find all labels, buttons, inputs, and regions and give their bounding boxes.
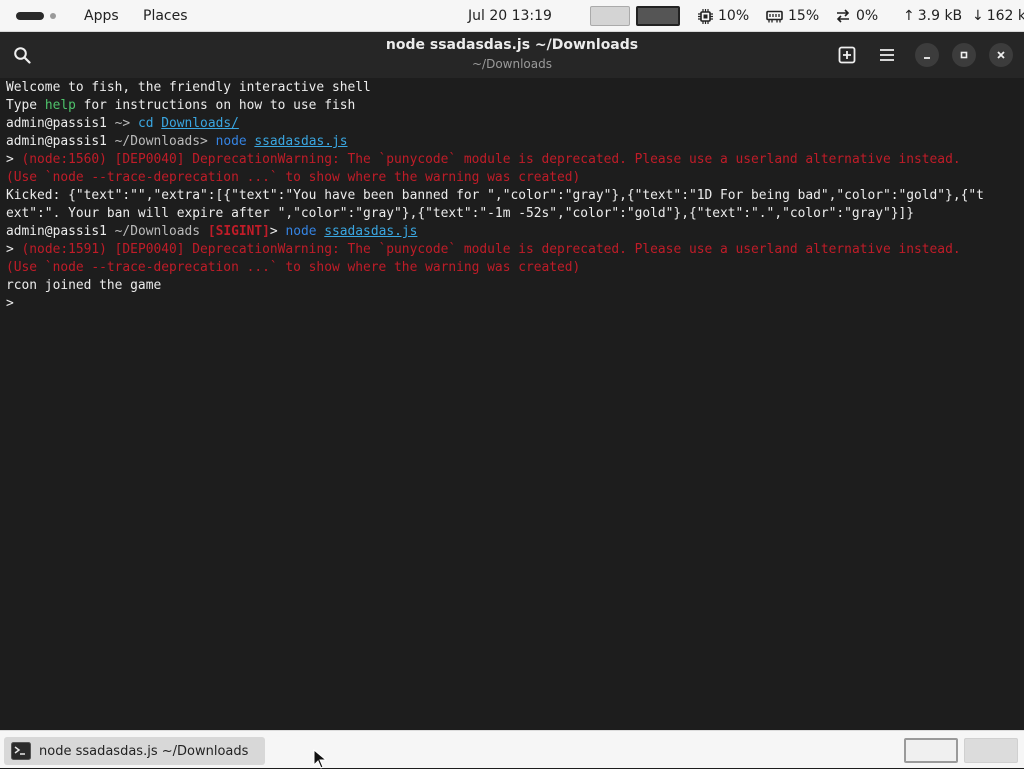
text: Type <box>6 98 45 113</box>
arrow-down-icon: ↓ <box>972 8 984 24</box>
search-icon <box>14 47 31 64</box>
terminal-output[interactable]: Welcome to fish, the friendly interactiv… <box>0 78 1024 730</box>
top-panel: Apps Places Jul 20 13:19 10% 15% 0% ↑ 3.… <box>0 0 1024 32</box>
text: for instructions on how to use fish <box>75 98 356 113</box>
minimize-icon <box>924 57 930 59</box>
memory-value: 15% <box>788 8 820 24</box>
new-tab-icon <box>838 46 856 64</box>
swap-indicator[interactable]: 0% <box>835 0 878 32</box>
close-button[interactable] <box>989 43 1013 67</box>
terminal-line: ext":". Your ban will expire after ","co… <box>6 206 915 221</box>
active-workspace-indicator[interactable] <box>16 12 44 20</box>
maximize-button[interactable] <box>952 43 976 67</box>
prompt-user: admin@passis1 <box>6 224 107 239</box>
prompt-path: ~/Downloads <box>106 224 208 239</box>
command-argument[interactable]: ssadasdas.js <box>324 224 417 239</box>
taskbar-window-button[interactable]: node ssadasdas.js ~/Downloads <box>4 737 265 765</box>
prompt-marker: > <box>6 152 22 167</box>
hamburger-menu-icon <box>880 49 894 61</box>
command: node <box>215 134 255 149</box>
cpu-chip-icon <box>698 8 713 24</box>
close-icon <box>997 51 1005 59</box>
mouse-pointer-icon <box>313 749 327 769</box>
terminal-line: Type help for instructions on how to use… <box>6 97 355 115</box>
sigint-status: [SIGINT] <box>207 224 270 239</box>
prompt-marker: > <box>269 224 286 239</box>
input-prompt[interactable]: > <box>6 295 14 313</box>
warning-hint-line: (Use `node --trace-deprecation ...` to s… <box>6 170 581 185</box>
arrow-up-icon: ↑ <box>903 8 915 24</box>
minimize-button[interactable] <box>915 43 939 67</box>
command-argument[interactable]: ssadasdas.js <box>254 134 347 149</box>
cpu-value: 10% <box>718 8 750 24</box>
new-tab-button[interactable] <box>836 44 858 66</box>
prompt-user: admin@passis1 <box>6 116 107 131</box>
main-menu-button[interactable] <box>876 44 898 66</box>
warning-hint-line: (Use `node --trace-deprecation ...` to s… <box>6 260 581 275</box>
memory-indicator[interactable]: 15% <box>766 0 819 32</box>
warning-text: (node:1560) [DEP0040] DeprecationWarning… <box>21 152 961 167</box>
terminal-icon <box>11 742 31 760</box>
net-download-value: 162 k <box>986 8 1024 24</box>
net-download-indicator[interactable]: ↓ 162 k <box>972 0 1024 32</box>
prompt-path: ~> <box>106 116 138 131</box>
workspace-thumbnail-2[interactable] <box>636 6 680 26</box>
window-subtitle: ~/Downloads <box>472 57 552 71</box>
prompt-marker: > <box>6 242 22 257</box>
cpu-indicator[interactable]: 10% <box>698 0 749 32</box>
prompt-line: admin@passis1 ~/Downloads [SIGINT]> node… <box>6 223 417 241</box>
swap-arrows-icon <box>836 9 850 23</box>
command-argument[interactable]: Downloads/ <box>161 116 239 131</box>
command: cd <box>137 116 162 131</box>
warning-line: > (node:1591) [DEP0040] DeprecationWarni… <box>6 241 961 259</box>
clock[interactable]: Jul 20 13:19 <box>468 0 552 32</box>
places-menu[interactable]: Places <box>143 0 188 32</box>
maximize-icon <box>960 51 968 59</box>
prompt-path: ~/Downloads> <box>106 134 216 149</box>
terminal-line: Kicked: {"text":"","extra":[{"text":"You… <box>6 188 984 203</box>
prompt-line: admin@passis1 ~/Downloads> node ssadasda… <box>6 133 348 151</box>
memory-icon <box>766 10 783 22</box>
help-command: help <box>44 98 76 113</box>
taskbar-window-label: node ssadasdas.js ~/Downloads <box>39 743 249 759</box>
window-title: node ssadasdas.js ~/Downloads <box>385 37 639 53</box>
terminal-line: Welcome to fish, the friendly interactiv… <box>6 80 371 95</box>
terminal-line: rcon joined the game <box>6 278 162 293</box>
bottom-taskbar: node ssadasdas.js ~/Downloads <box>0 730 1024 769</box>
command: node <box>285 224 325 239</box>
workspace-dot[interactable] <box>50 13 56 19</box>
swap-value: 0% <box>856 8 879 24</box>
warning-text: (node:1591) [DEP0040] DeprecationWarning… <box>21 242 961 257</box>
search-button[interactable] <box>10 43 34 67</box>
workspace-switcher-2[interactable] <box>964 738 1018 763</box>
net-upload-value: 3.9 kB <box>917 8 963 24</box>
workspace-thumbnail-1[interactable] <box>590 6 630 26</box>
net-upload-indicator[interactable]: ↑ 3.9 kB <box>903 0 962 32</box>
workspace-switcher-1[interactable] <box>904 738 958 763</box>
prompt-line: admin@passis1 ~> cd Downloads/ <box>6 115 239 133</box>
apps-menu[interactable]: Apps <box>84 0 119 32</box>
warning-line: > (node:1560) [DEP0040] DeprecationWarni… <box>6 151 961 169</box>
prompt-user: admin@passis1 <box>6 134 107 149</box>
